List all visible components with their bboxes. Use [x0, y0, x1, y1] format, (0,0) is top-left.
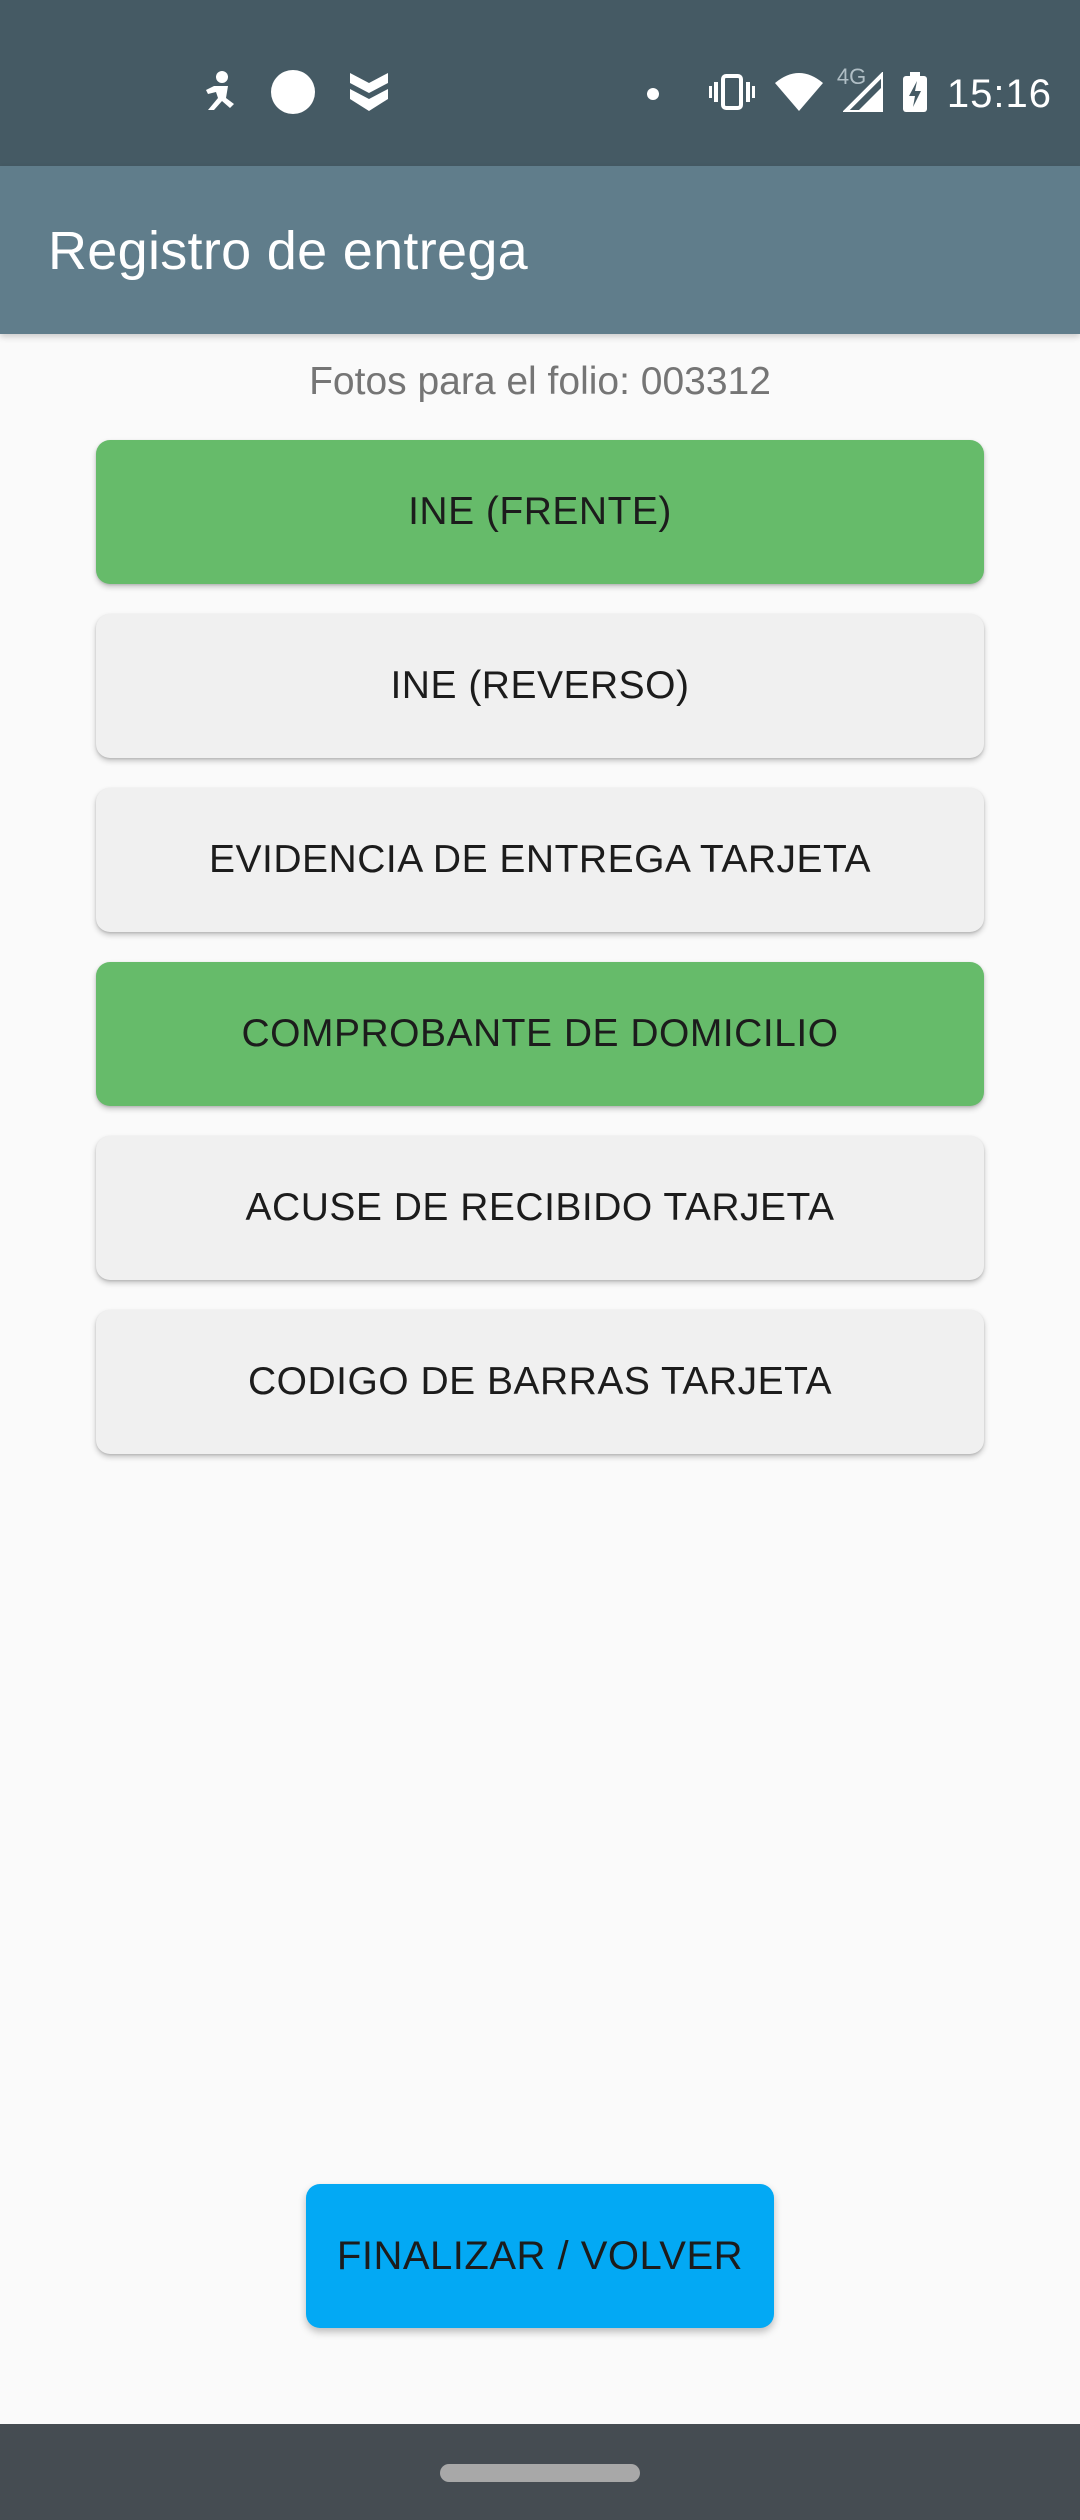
evidencia-entrega-button[interactable]: EVIDENCIA DE ENTREGA TARJETA [96, 788, 984, 932]
status-left-icons [200, 66, 392, 122]
finalizar-volver-button[interactable]: FINALIZAR / VOLVER [306, 2184, 774, 2328]
home-gesture-handle[interactable] [440, 2464, 640, 2482]
status-right-icons: 4G 15:16 [646, 60, 1052, 128]
acuse-recibido-button[interactable]: ACUSE DE RECIBIDO TARJETA [96, 1136, 984, 1280]
signal-icon: 4G [837, 64, 885, 117]
vibrate-icon [708, 73, 755, 115]
wifi-icon [774, 72, 823, 116]
accessibility-icon [200, 70, 240, 119]
ine-frente-button[interactable]: INE (FRENTE) [96, 440, 984, 584]
status-bar: 4G 15:16 [0, 0, 1080, 166]
network-type-label: 4G [836, 63, 867, 89]
badge-icon [346, 69, 392, 120]
battery-charging-icon [902, 71, 927, 117]
folio-label: Fotos para el folio: 003312 [309, 360, 771, 403]
status-time: 15:16 [946, 71, 1052, 116]
ine-reverso-button[interactable]: INE (REVERSO) [96, 614, 984, 758]
comprobante-domicilio-button[interactable]: COMPROBANTE DE DOMICILIO [96, 962, 984, 1106]
codigo-barras-button[interactable]: CODIGO DE BARRAS TARJETA [96, 1310, 984, 1454]
circle-icon [270, 69, 316, 120]
screen: 4G 15:16 Registro de entrega Fotos para … [0, 0, 1080, 2520]
dot-icon [646, 88, 659, 100]
page-title: Registro de entrega [48, 221, 528, 281]
navigation-bar [0, 2424, 1080, 2520]
app-bar: Registro de entrega [0, 166, 1080, 334]
